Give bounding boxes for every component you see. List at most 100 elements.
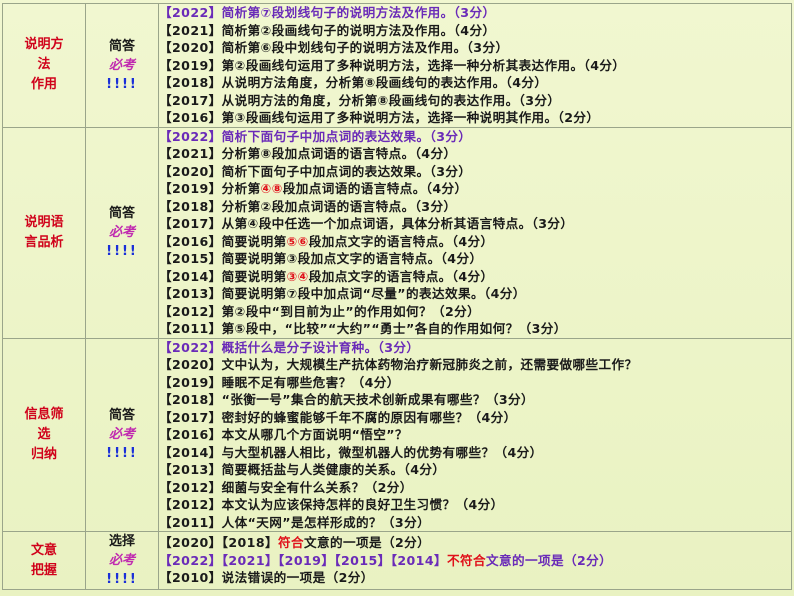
question-text: 从说明方法的角度，分析第⑧段画线句的表达作用。（3分）	[221, 92, 561, 108]
question-text: 段加点文字的语言特点。（4分）	[308, 233, 494, 249]
question-text: 文意的一项是（2分）	[485, 552, 613, 568]
question-text: 文中认为，大规模生产抗体药物治疗新冠肺炎之前，还需要做哪些工作？	[221, 357, 638, 372]
question-year: 【2016】	[159, 110, 222, 125]
question-year: 【2017】	[159, 216, 222, 231]
question-year: 【2012】	[159, 479, 222, 495]
question-item: 【2010】说法错误的一项是（2分）	[159, 569, 791, 587]
question-emphasis: 符合	[277, 535, 304, 551]
slide-background: 说明方法作用 简答 必考!!!! 【2022】简析第⑦段划线句子的说明方法及作用。（3…	[0, 0, 794, 596]
question-item: 【2020】【2018】符合文意的一项是（2分）	[159, 534, 791, 552]
question-text: 从说明方法角度，分析第⑧段画线句的表达作用。（4分）	[221, 75, 548, 90]
question-year: 【2017】	[159, 409, 222, 425]
question-text: 简析第⑦段划线句子的说明方法及作用。（3分）	[221, 5, 496, 20]
question-item: 【2018】分析第②段加点词语的语言特点。（3分）	[159, 198, 791, 216]
category-cell: 信息筛选归纳	[2, 337, 86, 532]
question-emphasis: ③④	[286, 268, 309, 284]
question-text: 简要说明第	[221, 233, 287, 249]
emphasis-marks: !!!!	[106, 572, 138, 587]
question-year: 【2018】	[159, 392, 222, 407]
question-item: 【2020】文中认为，大规模生产抗体药物治疗新冠肺炎之前，还需要做哪些工作？	[159, 356, 791, 374]
question-item: 【2013】简要说明第⑦段中加点词“尽量”的表达效果。（4分）	[159, 285, 791, 303]
question-item: 【2022】概括什么是分子设计育种。（3分）	[159, 339, 791, 357]
category-cell: 说明方法作用	[2, 3, 86, 128]
question-item: 【2014】与大型机器人相比，微型机器人的优势有哪些？（4分）	[159, 444, 791, 462]
question-year: 【2021】	[159, 22, 222, 38]
question-item: 【2016】第③段画线句运用了多种说明方法，选择一种说明其作用。（2分）	[159, 109, 791, 127]
question-text: 细菌与安全有什么关系？（2分）	[221, 479, 413, 495]
question-item: 【2021】分析第⑧段加点词语的语言特点。（4分）	[159, 145, 791, 163]
question-year: 【2019】	[159, 374, 222, 390]
category-label: 文意	[30, 542, 57, 558]
question-text: 本文从哪几个方面说明“悟空”？	[221, 427, 408, 442]
question-year: 【2016】	[159, 427, 222, 442]
question-year: 【2013】	[159, 462, 222, 477]
questions-cell: 【2022】简析下面句子中加点词的表达效果。（3分） 【2021】分析第⑧段加点词…	[158, 126, 792, 339]
question-year: 【2018】	[159, 75, 222, 90]
question-year: 【2012】	[159, 497, 222, 512]
question-year: 【2022】	[159, 5, 222, 20]
question-item: 【2011】人体“天网”是怎样形成的？（3分）	[159, 514, 791, 532]
question-year: 【2020】	[159, 40, 222, 55]
question-item: 【2019】第②段画线句运用了多种说明方法，选择一种分析其表达作用。（4分）	[159, 57, 791, 75]
question-item: 【2012】第②段中“到目前为止”的作用如何？（2分）	[159, 303, 791, 321]
question-text: 第②段中“到目前为止”的作用如何？（2分）	[221, 303, 481, 319]
question-emphasis: ⑤⑥	[286, 233, 309, 249]
question-item: 【2016】简要说明第⑤⑥段加点文字的语言特点。（4分）	[159, 233, 791, 251]
question-text: 从第④段中任选一个加点词语，具体分析其语言特点。（3分）	[221, 216, 574, 231]
question-year: 【2022】	[159, 552, 222, 568]
question-text: 简要概括盐与人类健康的关系。（4分）	[221, 462, 446, 477]
question-text: 简析下面句子中加点词的表达效果。（3分）	[221, 163, 472, 179]
question-text: 段加点文字的语言特点。（4分）	[308, 268, 494, 284]
question-type-cell: 简答 必考!!!!	[85, 337, 159, 532]
category-cell: 文意 把握	[2, 531, 86, 590]
category-label: 法	[37, 57, 51, 73]
question-year: 【2020】【2018】	[159, 535, 278, 551]
category-label: 言品析	[24, 234, 64, 250]
must-test-label: 必考	[108, 427, 135, 443]
question-year: 【2010】	[159, 570, 222, 586]
question-text: 与大型机器人相比，微型机器人的优势有哪些？（4分）	[221, 444, 543, 460]
question-text: 段加点词语的语言特点。（4分）	[282, 181, 468, 196]
question-item: 【2012】本文认为应该保持怎样的良好卫生习惯？（4分）	[159, 496, 791, 514]
category-label: 把握	[30, 562, 57, 578]
question-item: 【2015】简要说明第③段加点文字的语言特点。（4分）	[159, 250, 791, 268]
question-text: 人体“天网”是怎样形成的？（3分）	[221, 514, 431, 530]
question-text: 本文认为应该保持怎样的良好卫生习惯？（4分）	[221, 497, 504, 512]
section-row: 说明方法作用 简答 必考!!!! 【2022】简析第⑦段划线句子的说明方法及作用。（3…	[2, 3, 792, 128]
question-emphasis: ④⑧	[260, 181, 283, 196]
question-text: 分析第	[221, 181, 261, 196]
must-test-label: 必考	[108, 553, 135, 568]
question-item: 【2017】从第④段中任选一个加点词语，具体分析其语言特点。（3分）	[159, 215, 791, 233]
question-item: 【2017】从说明方法的角度，分析第⑧段画线句的表达作用。（3分）	[159, 92, 791, 110]
emphasis-marks: !!!!	[106, 244, 138, 259]
question-year: 【2012】	[159, 303, 222, 319]
question-year: 【2014】	[159, 268, 222, 284]
question-type-cell: 简答 必考!!!!	[85, 3, 159, 128]
question-text: 密封好的蜂蜜能够千年不腐的原因有哪些？（4分）	[221, 409, 517, 425]
must-test-label: 必考	[108, 57, 135, 73]
question-item: 【2022】简析下面句子中加点词的表达效果。（3分）	[159, 128, 791, 146]
question-year: 【2013】	[159, 286, 222, 301]
question-item: 【2018】“张衡一号”集合的航天技术创新成果有哪些？（3分）	[159, 391, 791, 409]
question-text: 第②段画线句运用了多种说明方法，选择一种分析其表达作用。（4分）	[221, 57, 626, 73]
question-text: 简析下面句子中加点词的表达效果。（3分）	[221, 128, 472, 144]
category-cell: 说明语 言品析	[2, 126, 86, 339]
must-test-label: 必考	[108, 225, 135, 240]
category-label: 说明方	[24, 37, 64, 53]
question-item: 【2020】简析第⑥段中划线句子的说明方法及作用。（3分）	[159, 39, 791, 57]
question-year: 【2014】	[159, 444, 222, 460]
question-type-label: 选择	[108, 534, 135, 549]
question-year: 【2020】	[159, 357, 222, 372]
question-year: 【2011】	[159, 514, 222, 530]
question-text: 分析第②段加点词语的语言特点。（3分）	[221, 198, 457, 214]
question-item: 【2012】细菌与安全有什么关系？（2分）	[159, 479, 791, 497]
questions-cell: 【2022】简析第⑦段划线句子的说明方法及作用。（3分） 【2021】简析第②段画…	[158, 3, 792, 128]
question-item: 【2016】本文从哪几个方面说明“悟空”？	[159, 426, 791, 444]
question-year: 【2017】	[159, 92, 222, 108]
section-row: 信息筛选归纳 简答 必考!!!! 【2022】概括什么是分子设计育种。（3分） 【202…	[2, 337, 792, 532]
question-item: 【2022】简析第⑦段划线句子的说明方法及作用。（3分）	[159, 4, 791, 22]
question-year: 【2015】	[159, 251, 222, 266]
question-year: 【2021】	[159, 146, 222, 161]
question-item: 【2014】简要说明第③④段加点文字的语言特点。（4分）	[159, 268, 791, 286]
question-year: 【2016】	[159, 233, 222, 249]
